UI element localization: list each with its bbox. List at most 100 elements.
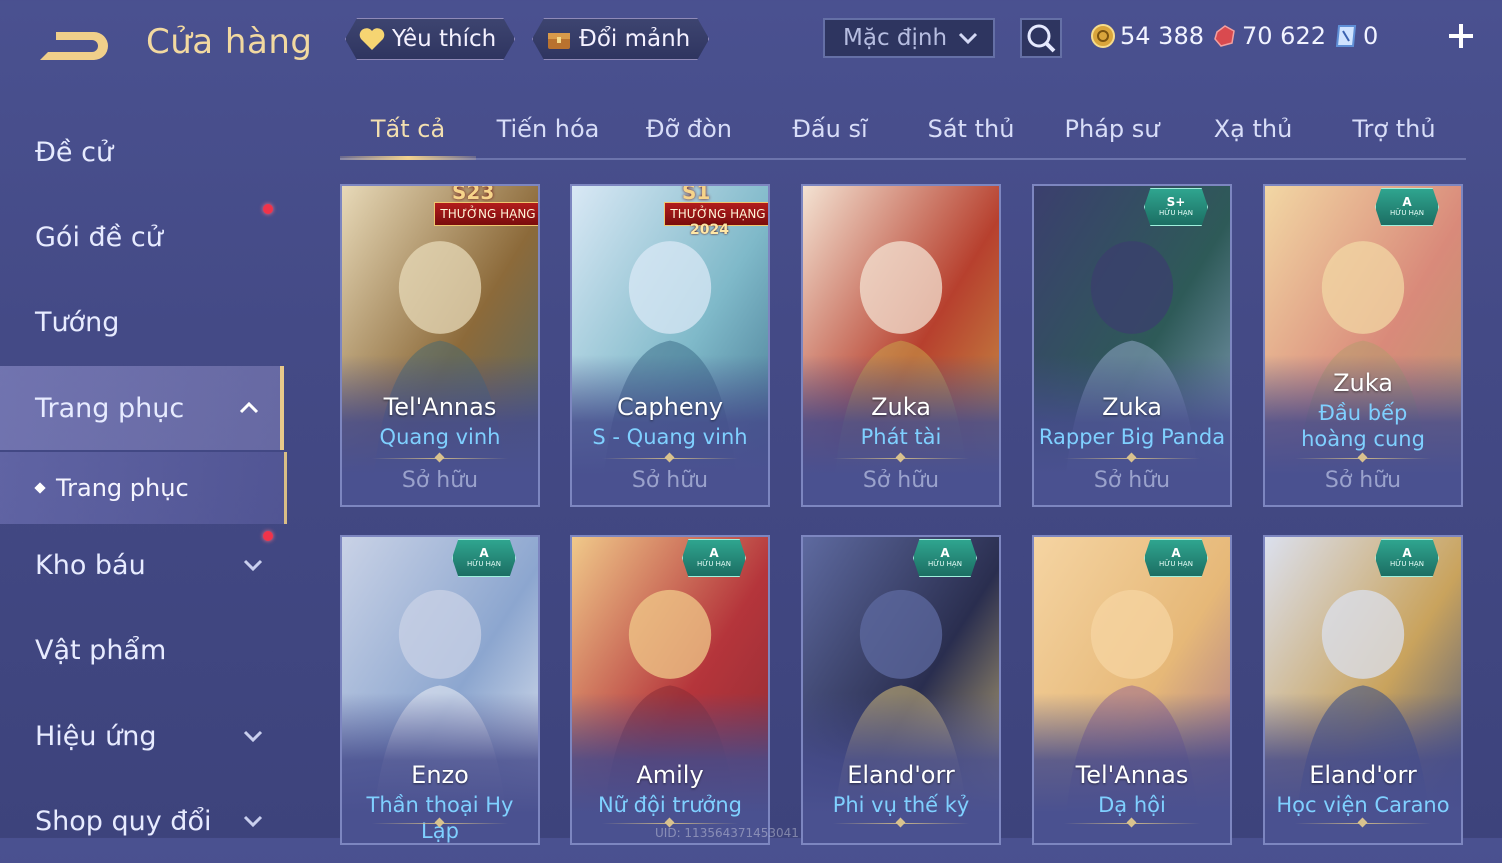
sidebar-subitem-skins[interactable]: Trang phục — [0, 452, 287, 524]
sidebar-item-label: Kho báu — [35, 549, 146, 581]
favorite-label: Yêu thích — [392, 26, 497, 52]
sort-dropdown[interactable]: Mặc định — [823, 18, 995, 58]
sort-value: Mặc định — [843, 25, 948, 51]
hero-name: Tel'Annas — [383, 393, 497, 421]
chevron-down-icon — [243, 559, 263, 572]
tab-mage[interactable]: Pháp sư — [1044, 100, 1180, 158]
tab-fighter[interactable]: Đấu sĩ — [762, 100, 898, 158]
skin-tier-badge: A HỮU HẠN — [913, 539, 977, 577]
sidebar-item-label: Hiệu ứng — [35, 720, 157, 752]
badge-limited-label: HỮU HẠN — [697, 560, 731, 568]
owned-status: Sở hữu — [1324, 468, 1402, 493]
skin-name: Phát tài — [860, 425, 942, 449]
sidebar-item-exchange-shop[interactable]: Shop quy đổi — [0, 779, 284, 863]
badge-limited-label: HỮU HẠN — [1390, 560, 1424, 568]
card-divider — [833, 458, 969, 459]
add-currency-button[interactable] — [1445, 20, 1477, 52]
hero-name: Amily — [636, 761, 704, 789]
chevron-down-icon — [958, 32, 978, 45]
skin-tier-badge: S+ HỮU HẠN — [1144, 188, 1208, 226]
skin-name: Rapper Big Panda — [1038, 425, 1226, 449]
badge-tier-label: A — [1402, 195, 1412, 209]
skin-name: S - Quang vinh — [592, 425, 748, 449]
hero-name: Eland'orr — [847, 761, 955, 789]
card-divider — [602, 458, 738, 459]
tab-tank[interactable]: Đỡ đòn — [621, 100, 757, 158]
skin-card[interactable]: A HỮU HẠN Enzo Thần thoại Hy Lạp — [340, 535, 540, 845]
badge-tier-label: S+ — [1166, 195, 1186, 209]
chevron-up-icon — [239, 401, 259, 414]
badge-tier-label: A — [1171, 546, 1181, 560]
skin-name: Nữ đội trưởng — [597, 793, 743, 817]
owned-status: Sở hữu — [1093, 468, 1171, 493]
sidebar-item-label: Gói đề cử — [35, 221, 163, 253]
skin-card[interactable]: A HỮU HẠN Eland'orr Phi vụ thế kỷ — [801, 535, 1001, 845]
hero-name: Capheny — [616, 393, 724, 421]
sidebar-item-bundles[interactable]: Gói đề cử — [0, 195, 284, 279]
card-divider — [1064, 458, 1200, 459]
badge-limited-label: HỮU HẠN — [467, 560, 501, 568]
hero-name: Zuka — [1333, 369, 1393, 397]
search-button[interactable] — [1020, 18, 1062, 58]
badge-limited-label: HỮU HẠN — [1159, 209, 1193, 217]
skin-card[interactable]: S1 THƯỞNG HẠNG 2024 Capheny S - Quang vinh Sở… — [570, 184, 770, 507]
heart-icon — [358, 25, 386, 53]
gold-amount: 54 388 — [1120, 22, 1204, 50]
skin-card[interactable]: A HỮU HẠN Eland'orr Học viện Carano — [1263, 535, 1463, 845]
skin-tier-badge: A HỮU HẠN — [452, 539, 516, 577]
exchange-shards-button[interactable]: Đổi mảnh — [532, 18, 709, 60]
banner-year: 2024 — [690, 222, 729, 238]
badge-tier-label: A — [709, 546, 719, 560]
skin-name: Quang vinh — [379, 425, 501, 449]
favorite-button[interactable]: Yêu thích — [345, 18, 515, 60]
sidebar-item-featured[interactable]: Đề cử — [0, 110, 284, 194]
voucher-amount: 0 — [1363, 22, 1379, 50]
sidebar-subitem-label: Trang phục — [56, 474, 189, 502]
notification-dot — [263, 204, 273, 214]
treasure-chest-icon — [545, 25, 573, 53]
hero-name: Tel'Annas — [1075, 761, 1189, 789]
sidebar-item-label: Đề cử — [35, 136, 114, 168]
notification-dot — [263, 531, 273, 541]
card-divider — [1295, 823, 1431, 824]
badge-limited-label: HỮU HẠN — [928, 560, 962, 568]
skin-card[interactable]: A HỮU HẠN Tel'Annas Dạ hội — [1032, 535, 1232, 845]
hero-name: Eland'orr — [1309, 761, 1417, 789]
owned-status: Sở hữu — [401, 468, 479, 493]
rank-reward-banner: THƯỞNG HẠNG — [434, 202, 538, 226]
skin-card[interactable]: S+ HỮU HẠN Zuka Rapper Big Panda Sở hữu — [1032, 184, 1232, 507]
voucher-icon — [1335, 25, 1357, 47]
skin-card[interactable]: S23 THƯỞNG HẠNG Tel'Annas Quang vinh Sở hữu — [340, 184, 540, 507]
sidebar-item-heroes[interactable]: Tướng — [0, 280, 284, 364]
sidebar-item-label: Vật phẩm — [35, 634, 167, 666]
exchange-label: Đổi mảnh — [579, 26, 691, 52]
sidebar-item-effects[interactable]: Hiệu ứng — [0, 694, 284, 778]
badge-limited-label: HỮU HẠN — [1390, 209, 1424, 217]
tab-all[interactable]: Tất cả — [340, 100, 476, 160]
chevron-down-icon — [243, 815, 263, 828]
skin-tier-badge: A HỮU HẠN — [1375, 188, 1439, 226]
skin-name: Dạ hội — [1098, 793, 1166, 817]
card-divider — [1064, 823, 1200, 824]
skin-tier-badge: A HỮU HẠN — [1144, 539, 1208, 577]
back-arrow-icon[interactable] — [36, 28, 114, 64]
hero-name: Enzo — [411, 761, 469, 789]
tab-evolution[interactable]: Tiến hóa — [480, 100, 616, 158]
skin-card[interactable]: Zuka Phát tài Sở hữu — [801, 184, 1001, 507]
card-divider — [372, 823, 508, 824]
tab-support[interactable]: Trợ thủ — [1326, 100, 1462, 158]
sidebar-item-label: Shop quy đổi — [35, 805, 212, 837]
tab-assassin[interactable]: Sát thủ — [903, 100, 1039, 158]
tab-marksman[interactable]: Xạ thủ — [1185, 100, 1321, 158]
ruby-amount: 70 622 — [1242, 22, 1326, 50]
sidebar-item-label: Tướng — [35, 306, 120, 338]
ruby-currency: 70 622 — [1212, 20, 1326, 52]
sidebar-item-items[interactable]: Vật phẩm — [0, 608, 284, 692]
sidebar: Đề cử Gói đề cử Tướng Trang phục Trang p… — [0, 100, 287, 838]
sidebar-item-treasure[interactable]: Kho báu — [0, 523, 284, 607]
page-title: Cửa hàng — [146, 22, 313, 62]
skin-card[interactable]: A HỮU HẠN Amily Nữ đội trưởng — [570, 535, 770, 845]
skin-card[interactable]: A HỮU HẠN Zuka Đầu bếp hoàng cung Sở hữu — [1263, 184, 1463, 507]
skin-name: Đầu bếp hoàng cung — [1301, 401, 1425, 451]
sidebar-item-skins[interactable]: Trang phục — [0, 366, 284, 450]
